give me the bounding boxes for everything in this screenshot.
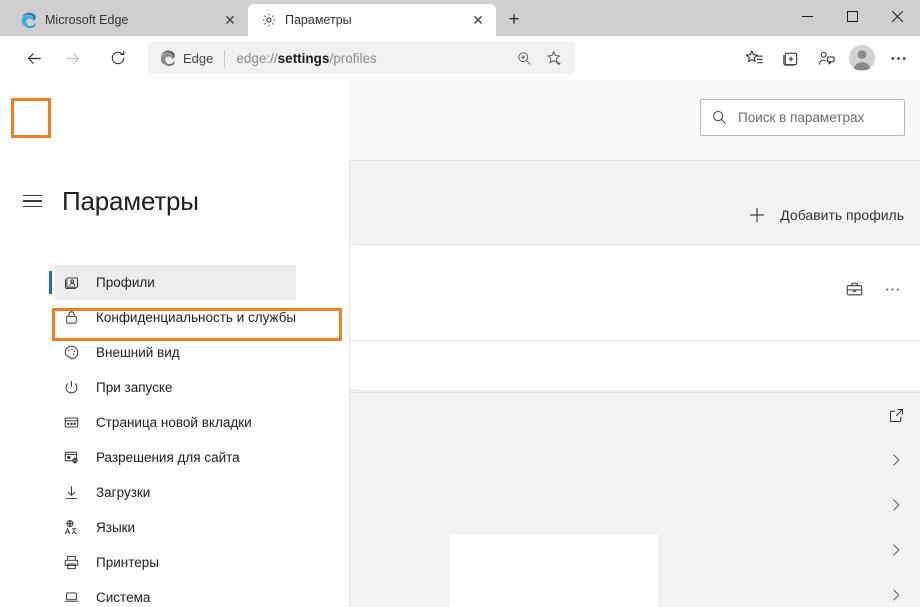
palette-icon (61, 343, 81, 363)
sidebar-item-appearance[interactable]: Внешний вид (55, 335, 296, 370)
sidebar-item-new-tab-page[interactable]: Страница новой вкладки (55, 405, 296, 440)
omnibox-divider (224, 49, 226, 67)
add-profile-label: Добавить профиль (780, 207, 904, 223)
printer-icon (61, 553, 81, 573)
refresh-button[interactable] (100, 40, 136, 76)
omnibox-brand: Edge (160, 50, 213, 66)
sidebar-item-label: При запуске (96, 380, 173, 395)
maximize-button[interactable] (830, 0, 875, 32)
chevron-right-icon[interactable] (884, 448, 908, 472)
settings-sidebar: Параметры Профили Конфиденциальность и с… (0, 160, 350, 607)
sidebar-item-label: Страница новой вкладки (96, 415, 252, 430)
profile-secondary-row[interactable] (350, 341, 920, 391)
search-icon (711, 109, 728, 126)
languages-icon (61, 518, 81, 538)
menu-icon[interactable] (14, 183, 50, 219)
settings-content: Добавить профиль (350, 80, 920, 607)
sidebar-item-label: Разрешения для сайта (96, 450, 240, 465)
plus-icon (747, 205, 767, 225)
sidebar-item-label: Загрузки (96, 485, 151, 500)
sidebar-item-label: Профили (96, 275, 155, 290)
briefcase-icon[interactable] (842, 277, 866, 301)
content-white-block (450, 534, 658, 607)
tab-title: Параметры (285, 13, 352, 27)
forward-button[interactable] (54, 40, 90, 76)
zoom-in-icon[interactable] (509, 44, 539, 72)
more-options-icon[interactable] (880, 40, 916, 76)
sidebar-item-languages[interactable]: Языки (55, 510, 296, 545)
tab-microsoft-edge[interactable]: Microsoft Edge ✕ (8, 4, 248, 36)
tab-strip: Microsoft Edge ✕ Параметры ✕ + (0, 0, 920, 36)
new-tab-page-icon (61, 413, 81, 433)
sidebar-item-downloads[interactable]: Загрузки (55, 475, 296, 510)
omnibox-url: edge://settings/profiles (236, 51, 376, 66)
settings-header: Параметры (0, 176, 199, 226)
url-suffix: /profiles (329, 50, 377, 66)
power-icon (61, 378, 81, 398)
tab-close-button[interactable]: ✕ (220, 10, 240, 30)
sidebar-item-label: Система (96, 590, 151, 605)
gear-icon (260, 12, 277, 29)
sidebar-item-profiles[interactable]: Профили (49, 265, 296, 300)
sidebar-nav-list: Профили Конфиденциальность и службы Внеш… (0, 265, 350, 607)
tab-close-button[interactable]: ✕ (468, 10, 488, 30)
sidebar-item-label: Конфиденциальность и службы (96, 310, 297, 325)
browser-toolbar: Edge edge://settings/profiles (0, 36, 920, 80)
page-title: Параметры (62, 185, 199, 216)
sidebar-item-system[interactable]: Система (55, 580, 296, 607)
tab-title: Microsoft Edge (45, 13, 129, 27)
content-divider-mid (350, 392, 920, 393)
chevron-right-icon[interactable] (884, 493, 908, 517)
toolbar-right-actions (736, 40, 916, 76)
close-button[interactable] (875, 0, 920, 32)
omnibox-brand-label: Edge (183, 50, 214, 66)
highlight-hamburger (11, 98, 51, 138)
star-add-icon[interactable] (539, 44, 569, 72)
url-bold: settings (277, 50, 330, 66)
add-profile-button[interactable]: Добавить профиль (747, 205, 904, 225)
chevron-right-icon[interactable] (884, 538, 908, 562)
laptop-icon (61, 588, 81, 607)
content-divider-top (350, 160, 920, 161)
account-avatar-icon[interactable] (844, 40, 880, 76)
sidebar-item-label: Языки (96, 520, 136, 535)
chevron-right-icon[interactable] (884, 583, 908, 607)
profile-card[interactable] (350, 244, 920, 341)
open-external-icon[interactable] (884, 403, 908, 427)
lock-icon (61, 308, 81, 328)
download-icon (61, 483, 81, 503)
back-button[interactable] (16, 40, 52, 76)
profile-more-options-icon[interactable] (880, 277, 904, 301)
sidebar-item-site-permissions[interactable]: Разрешения для сайта (55, 440, 296, 475)
omnibox-actions (509, 44, 569, 72)
settings-page: Добавить профиль Поиск в параметрах Пара… (0, 80, 920, 607)
address-bar[interactable]: Edge edge://settings/profiles (148, 42, 575, 74)
collections-icon[interactable] (772, 40, 808, 76)
new-tab-button[interactable]: + (500, 7, 528, 33)
favorites-list-icon[interactable] (736, 40, 772, 76)
tab-parametry[interactable]: Параметры ✕ (248, 4, 496, 36)
url-prefix: edge:// (236, 50, 278, 66)
profile-card-icon (61, 273, 81, 293)
sidebar-item-privacy[interactable]: Конфиденциальность и службы (55, 300, 296, 335)
share-profile-icon[interactable] (808, 40, 844, 76)
site-permissions-icon (61, 448, 81, 468)
edge-logo-icon (20, 12, 37, 29)
search-input[interactable] (738, 110, 915, 125)
sidebar-item-printers[interactable]: Принтеры (55, 545, 296, 580)
sidebar-item-on-startup[interactable]: При запуске (55, 370, 296, 405)
sidebar-item-label: Внешний вид (96, 345, 180, 360)
browser-window: Microsoft Edge ✕ Параметры ✕ + Edge edge… (0, 0, 920, 607)
minimize-button[interactable] (785, 0, 830, 32)
window-controls (785, 0, 920, 32)
settings-search[interactable] (700, 99, 915, 136)
avatar (849, 45, 875, 71)
sidebar-item-label: Принтеры (96, 555, 159, 570)
hamburger-lines (22, 194, 42, 208)
